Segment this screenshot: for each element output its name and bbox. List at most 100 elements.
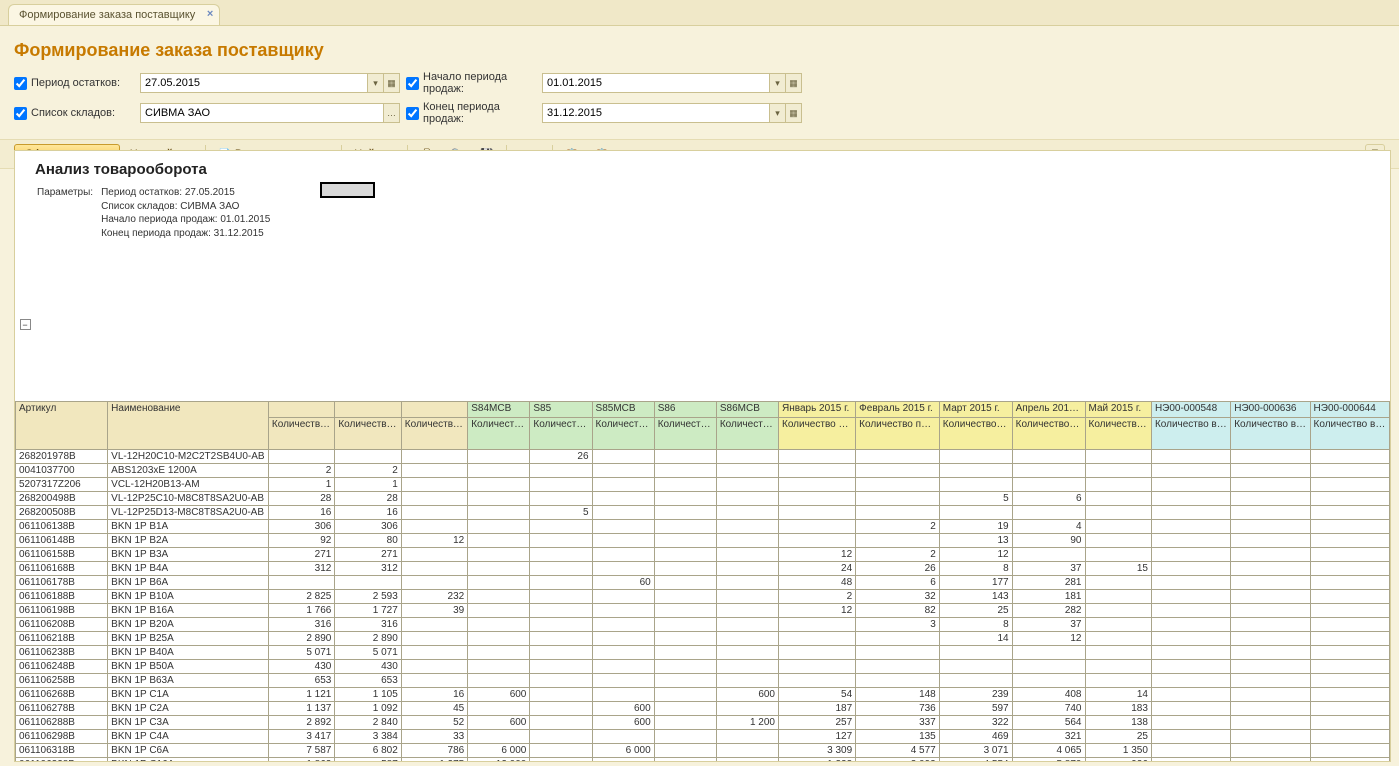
report-table-wrap[interactable]: АртикулНаименованиеS84MCBS85S85MCBS86S86… [15, 401, 1390, 761]
cell-value[interactable] [530, 730, 592, 744]
cell-value[interactable] [654, 660, 716, 674]
cell-value[interactable] [1151, 576, 1230, 590]
cell-value[interactable] [592, 520, 654, 534]
cell-value[interactable] [716, 744, 778, 758]
cell-value[interactable] [468, 464, 530, 478]
cell-value[interactable]: 25 [1085, 730, 1151, 744]
col-header[interactable]: НЭ00-000548 [1151, 402, 1230, 418]
cell-value[interactable]: 24 [779, 562, 856, 576]
cell-value[interactable]: 316 [268, 618, 334, 632]
col-header[interactable]: S84MCB [468, 402, 530, 418]
cell-value[interactable] [468, 646, 530, 660]
cell-value[interactable]: 12 [401, 534, 467, 548]
cell-value[interactable]: 127 [779, 730, 856, 744]
cell-name[interactable]: BKN 1P C3A [108, 716, 269, 730]
cell-value[interactable] [779, 660, 856, 674]
table-row[interactable]: 061106298BBKN 1P C4A3 4173 3843312713546… [16, 730, 1390, 744]
dropdown-icon[interactable]: ▾ [769, 74, 785, 92]
cell-value[interactable] [716, 590, 778, 604]
cell-value[interactable]: 181 [1012, 590, 1085, 604]
cell-value[interactable] [401, 478, 467, 492]
cell-value[interactable]: 3 384 [335, 730, 401, 744]
cell-value[interactable] [1310, 534, 1389, 548]
cell-value[interactable] [335, 450, 401, 464]
table-row[interactable]: 5207317Z206VCL-12H20B13-AM11 [16, 478, 1390, 492]
cell-value[interactable]: 6 802 [335, 744, 401, 758]
cell-value[interactable] [1231, 562, 1310, 576]
col-subheader[interactable]: Количество в резерве [1151, 418, 1230, 450]
cell-value[interactable]: 8 [939, 562, 1012, 576]
cell-value[interactable] [654, 702, 716, 716]
cell-value[interactable] [939, 450, 1012, 464]
cell-value[interactable] [716, 478, 778, 492]
cell-value[interactable] [1151, 730, 1230, 744]
cell-value[interactable] [654, 450, 716, 464]
cell-value[interactable] [1310, 478, 1389, 492]
sales-end-input[interactable] [543, 107, 769, 119]
cell-value[interactable] [401, 548, 467, 562]
cell-name[interactable]: BKN 1P B1A [108, 520, 269, 534]
col-header[interactable]: S85MCB [592, 402, 654, 418]
col-subheader[interactable]: Количество свободный остаток [335, 418, 401, 450]
cell-name[interactable]: BKN 1P B20A [108, 618, 269, 632]
cell-value[interactable] [1310, 450, 1389, 464]
cell-value[interactable]: 39 [401, 604, 467, 618]
cell-value[interactable] [654, 548, 716, 562]
cell-value[interactable]: 16 [335, 506, 401, 520]
cell-value[interactable] [654, 674, 716, 688]
cell-value[interactable]: 6 000 [468, 744, 530, 758]
cell-value[interactable] [468, 674, 530, 688]
cell-article[interactable]: 061106148B [16, 534, 108, 548]
cell-article[interactable]: 061106248B [16, 660, 108, 674]
cell-value[interactable] [592, 604, 654, 618]
cell-value[interactable] [716, 450, 778, 464]
cell-value[interactable] [592, 730, 654, 744]
cell-value[interactable] [401, 450, 467, 464]
table-row[interactable]: 061106138BBKN 1P B1A3063062194 [16, 520, 1390, 534]
cell-value[interactable] [468, 450, 530, 464]
cell-value[interactable] [268, 576, 334, 590]
col-subheader[interactable]: Количество в резерве [1310, 418, 1389, 450]
cell-value[interactable] [1310, 660, 1389, 674]
cell-value[interactable] [654, 464, 716, 478]
cell-value[interactable]: 1 137 [268, 702, 334, 716]
cell-value[interactable] [779, 492, 856, 506]
table-row[interactable]: 061106168BBKN 1P B4A312312242683715 [16, 562, 1390, 576]
cell-value[interactable]: 321 [1012, 730, 1085, 744]
cell-value[interactable] [1151, 604, 1230, 618]
cell-value[interactable] [1151, 758, 1230, 762]
checkbox-sales-start[interactable] [406, 77, 419, 90]
cell-value[interactable]: 2 [856, 520, 940, 534]
cell-value[interactable] [401, 520, 467, 534]
cell-value[interactable]: 12 000 [468, 758, 530, 762]
cell-value[interactable] [856, 492, 940, 506]
table-row[interactable]: 061106318BBKN 1P C6A7 5876 8027866 0006 … [16, 744, 1390, 758]
cell-value[interactable]: 2 [856, 548, 940, 562]
ellipsis-icon[interactable]: … [383, 104, 399, 122]
cell-value[interactable] [939, 660, 1012, 674]
cell-value[interactable] [779, 450, 856, 464]
cell-value[interactable] [654, 716, 716, 730]
cell-value[interactable]: 3 417 [268, 730, 334, 744]
balance-date-combo[interactable]: ▾ ▦ [140, 73, 400, 93]
dropdown-icon[interactable]: ▾ [367, 74, 383, 92]
cell-name[interactable]: BKN 1P B25A [108, 632, 269, 646]
cell-value[interactable]: 469 [939, 730, 1012, 744]
cell-value[interactable]: 322 [939, 716, 1012, 730]
cell-value[interactable]: 587 [335, 758, 401, 762]
cell-value[interactable] [939, 478, 1012, 492]
cell-value[interactable] [1231, 478, 1310, 492]
cell-article[interactable]: 268201978B [16, 450, 108, 464]
cell-value[interactable] [1231, 604, 1310, 618]
cell-value[interactable] [1310, 618, 1389, 632]
cell-value[interactable] [716, 548, 778, 562]
cell-value[interactable]: 597 [939, 702, 1012, 716]
cell-value[interactable] [468, 590, 530, 604]
table-row[interactable]: 061106238BBKN 1P B40A5 0715 071 [16, 646, 1390, 660]
cell-article[interactable]: 061106268B [16, 688, 108, 702]
cell-value[interactable] [1012, 646, 1085, 660]
cell-value[interactable] [468, 492, 530, 506]
cell-value[interactable] [1012, 464, 1085, 478]
cell-value[interactable]: 90 [1012, 534, 1085, 548]
col-subheader[interactable]: Количество продаж [856, 418, 940, 450]
